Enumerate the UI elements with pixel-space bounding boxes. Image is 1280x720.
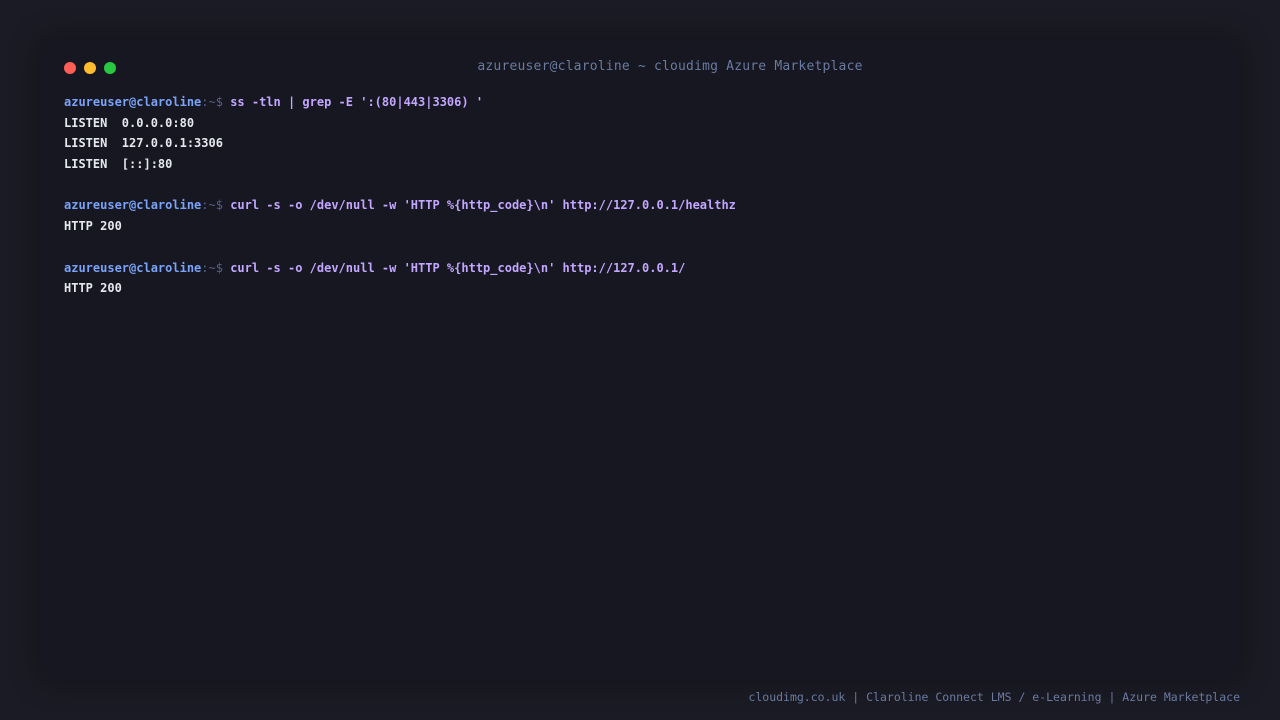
command-line: azureuser@claroline:~$ ss -tln | grep -E… [64, 92, 1224, 113]
output-line: LISTEN 127.0.0.1:3306 [64, 136, 223, 151]
command-text: curl -s -o /dev/null -w 'HTTP %{http_cod… [230, 260, 686, 275]
output-line: LISTEN 0.0.0.0:80 [64, 115, 195, 130]
prompt-user: azureuser@claroline [64, 95, 202, 109]
prompt-suffix: :~$ [201, 198, 231, 213]
prompt-suffix: :~$ [201, 260, 231, 275]
prompt-user: azureuser@claroline [64, 198, 202, 213]
prompt-user: azureuser@claroline [64, 260, 202, 275]
terminal-window[interactable]: azureuser@claroline ~ cloudimg Azure Mar… [40, 40, 1240, 680]
footer-caption: cloudimg.co.uk | Claroline Connect LMS /… [748, 690, 1240, 704]
command-line: azureuser@claroline:~$ curl -s -o /dev/n… [64, 258, 1224, 279]
terminal-output-area[interactable]: azureuser@claroline:~$ ss -tln | grep -E… [64, 92, 1224, 299]
title-bar: azureuser@claroline ~ cloudimg Azure Mar… [40, 40, 1240, 96]
output-line: HTTP 200 [64, 219, 122, 234]
command-text: curl -s -o /dev/null -w 'HTTP %{http_cod… [230, 198, 736, 213]
window-title: azureuser@claroline ~ cloudimg Azure Mar… [477, 59, 863, 74]
command-line: azureuser@claroline:~$ curl -s -o /dev/n… [64, 195, 1224, 216]
command-text: ss -tln | grep -E ':(80|443|3306) ' [230, 95, 484, 109]
output-line: HTTP 200 [64, 281, 122, 296]
output-line: LISTEN [::]:80 [64, 157, 173, 172]
prompt-suffix: :~$ [201, 95, 231, 109]
